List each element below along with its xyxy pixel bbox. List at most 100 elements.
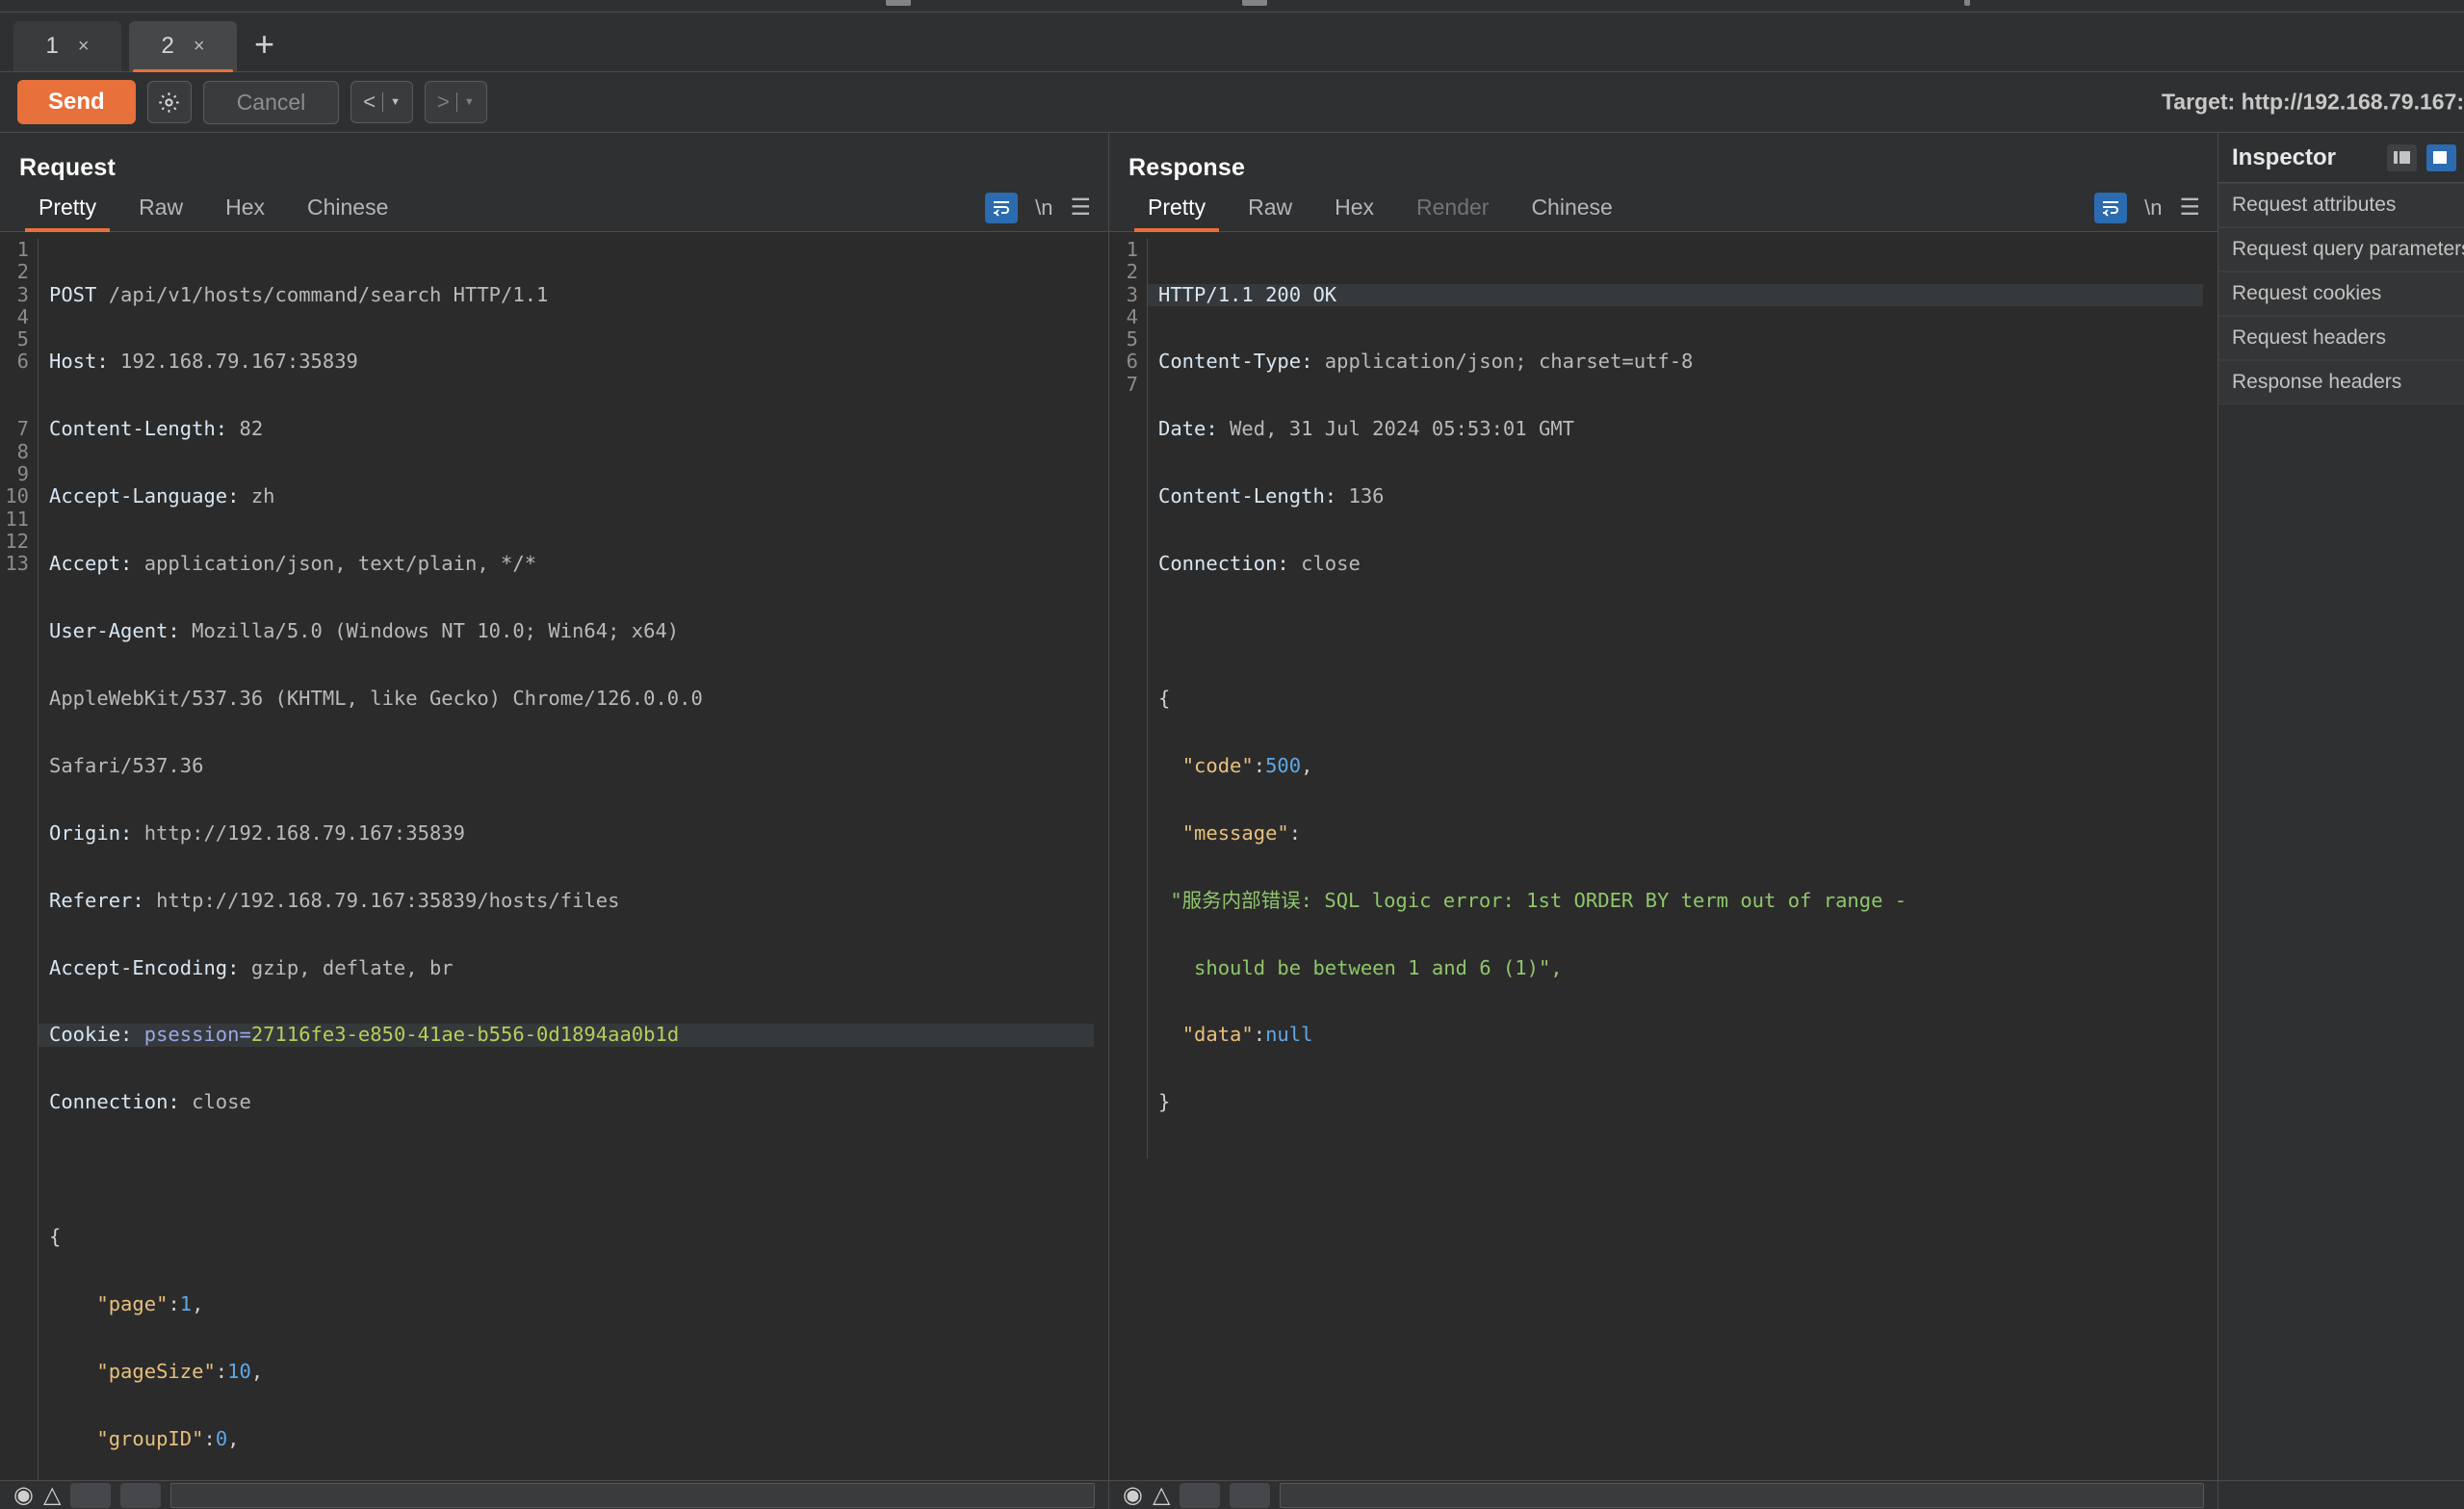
forward-button[interactable]: > ▼ [425, 81, 487, 123]
tab-request-hex[interactable]: Hex [204, 195, 286, 231]
highlight-icon[interactable]: △ [43, 1484, 61, 1507]
newline-toggle-icon[interactable]: \n [2144, 195, 2162, 221]
chevron-down-icon[interactable]: ▼ [390, 96, 401, 108]
tab-request-raw[interactable]: Raw [117, 195, 204, 231]
top-ghost-a [886, 0, 911, 6]
json-key: "code" [1182, 754, 1254, 777]
header-name: Cookie: [49, 1023, 132, 1046]
header-value: 82 [227, 417, 263, 440]
json-key: "page" [96, 1292, 168, 1315]
inspector-item-request-headers[interactable]: Request headers [2218, 316, 2464, 360]
code-line-cookie[interactable]: Cookie: psession=27116fe3-e850-41ae-b556… [39, 1024, 1094, 1046]
request-code[interactable]: POST /api/v1/hosts/command/search HTTP/1… [39, 239, 1108, 1509]
code-line: Connection: close [1158, 553, 2218, 575]
line-number [0, 620, 29, 642]
line-number [1109, 485, 1138, 507]
forward-arrow-icon: > [437, 90, 450, 115]
request-line-numbers: 1 2 3 4 5 6 7 8 9 10 11 12 13 [0, 239, 39, 1509]
cookie-equals: = [240, 1023, 251, 1046]
search-input[interactable] [1280, 1483, 2204, 1508]
line-number: 7 [0, 418, 29, 440]
header-value: close [1289, 552, 1361, 575]
line-number: 2 [1109, 261, 1138, 283]
header-name: Accept-Encoding: [49, 956, 239, 979]
search-circle-icon[interactable]: ◉ [13, 1484, 34, 1507]
repeater-tab-1[interactable]: 1 × [13, 21, 121, 71]
header-name: User-Agent: [49, 619, 180, 642]
cancel-button[interactable]: Cancel [203, 81, 340, 124]
back-button[interactable]: < ▼ [350, 81, 413, 123]
inspector-item-request-query-parameters[interactable]: Request query parameters [2218, 227, 2464, 272]
request-editor[interactable]: 1 2 3 4 5 6 7 8 9 10 11 12 13 [0, 232, 1108, 1509]
json-comma: , [192, 1292, 203, 1315]
header-value: http://192.168.79.167:35839/hosts/files [144, 889, 620, 912]
code-line: Accept: application/json, text/plain, */… [49, 553, 1108, 575]
code-line: "page":1, [49, 1293, 1108, 1315]
tab-response-raw[interactable]: Raw [1227, 195, 1313, 231]
search-prev-button[interactable] [70, 1483, 111, 1508]
close-icon[interactable]: × [78, 36, 90, 58]
cookie-value: 27116fe3-e850-41ae-b556-0d1894aa0b1d [251, 1023, 679, 1046]
chevron-down-icon[interactable]: ▼ [464, 96, 475, 108]
json-key: "message" [1182, 821, 1289, 845]
tab-response-pretty[interactable]: Pretty [1127, 195, 1227, 231]
inspector-item-request-cookies[interactable]: Request cookies [2218, 272, 2464, 316]
code-line: Content-Length: 82 [49, 418, 1108, 440]
request-method: POST [49, 283, 96, 306]
request-view-tabs: Pretty Raw Hex Chinese \n ☰ [0, 182, 1108, 232]
json-value: 1 [180, 1292, 192, 1315]
header-value: gzip, deflate, br [239, 956, 453, 979]
code-line: Connection: close [49, 1091, 1108, 1113]
line-number: 11 [0, 508, 29, 531]
tab-response-chinese[interactable]: Chinese [1510, 195, 1633, 231]
response-editor-tools: \n ☰ [2094, 193, 2200, 223]
search-circle-icon[interactable]: ◉ [1123, 1484, 1143, 1507]
tab-response-hex[interactable]: Hex [1313, 195, 1395, 231]
code-line: { [1158, 688, 2218, 710]
panel-right-icon[interactable] [2426, 144, 2456, 171]
word-wrap-icon[interactable] [2094, 193, 2127, 223]
json-comma: , [251, 1360, 263, 1383]
response-code[interactable]: HTTP/1.1 200 OK Content-Type: applicatio… [1148, 239, 2218, 1158]
close-icon[interactable]: × [194, 36, 205, 58]
inspector-title: Inspector [2232, 144, 2377, 171]
tab-request-chinese[interactable]: Chinese [286, 195, 409, 231]
panel-left-icon[interactable] [2387, 144, 2417, 171]
json-colon: : [1254, 1023, 1265, 1046]
line-number [0, 642, 29, 664]
request-pane: Request Pretty Raw Hex Chinese \n [0, 133, 1109, 1509]
response-editor[interactable]: 1 2 3 4 5 6 7 HT [1109, 232, 2218, 1509]
json-comma: , [1301, 754, 1312, 777]
highlight-icon[interactable]: △ [1153, 1484, 1170, 1507]
line-number: 4 [1109, 306, 1138, 328]
header-value: application/json, text/plain, */* [132, 552, 536, 575]
inspector-item-response-headers[interactable]: Response headers [2218, 360, 2464, 404]
search-next-button[interactable] [1230, 1483, 1270, 1508]
request-search-bar: ◉ △ [0, 1481, 1109, 1509]
json-error-message: "服务内部错误: SQL logic error: 1st ORDER BY t… [1170, 889, 1906, 912]
hamburger-menu-icon[interactable]: ☰ [2179, 196, 2200, 220]
code-line-blank [49, 1158, 1108, 1181]
line-number: 13 [0, 553, 29, 575]
header-name: Accept-Language: [49, 484, 239, 507]
gear-icon[interactable] [147, 81, 192, 123]
code-line: Origin: http://192.168.79.167:35839 [49, 822, 1108, 845]
tab-request-pretty[interactable]: Pretty [17, 195, 117, 231]
add-tab-button[interactable]: + [245, 27, 290, 71]
hamburger-menu-icon[interactable]: ☰ [1070, 196, 1091, 220]
code-line: "code":500, [1158, 755, 2218, 777]
search-input[interactable] [170, 1483, 1095, 1508]
header-name: Connection: [49, 1090, 180, 1113]
code-line: AppleWebKit/537.36 (KHTML, like Gecko) C… [49, 688, 1108, 710]
response-line-numbers: 1 2 3 4 5 6 7 [1109, 239, 1148, 1158]
inspector-item-request-attributes[interactable]: Request attributes [2218, 183, 2464, 227]
header-value: close [180, 1090, 251, 1113]
search-prev-button[interactable] [1180, 1483, 1220, 1508]
search-next-button[interactable] [120, 1483, 161, 1508]
repeater-tab-2[interactable]: 2 × [129, 21, 237, 71]
code-line: should be between 1 and 6 (1)", [1158, 957, 2218, 979]
newline-toggle-icon[interactable]: \n [1035, 195, 1052, 221]
word-wrap-icon[interactable] [985, 193, 1018, 223]
line-number: 10 [0, 485, 29, 507]
send-button[interactable]: Send [17, 80, 136, 124]
